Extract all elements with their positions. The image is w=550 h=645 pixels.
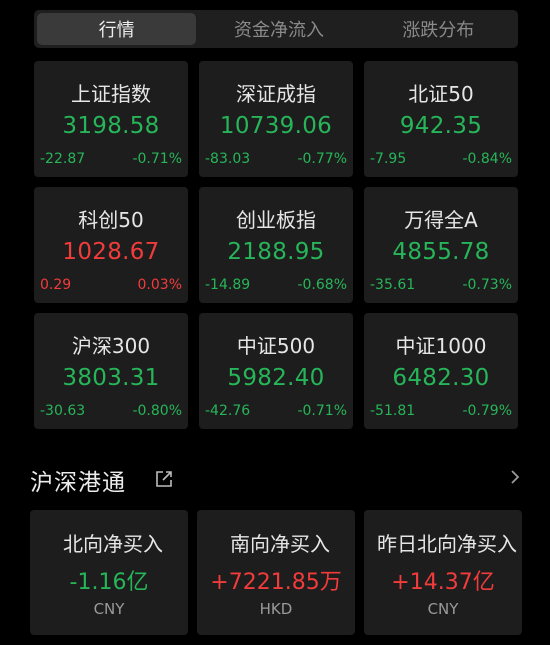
flow-currency: HKD — [259, 600, 293, 618]
flow-value: -1.16亿 — [69, 570, 149, 595]
index-change: -42.76 — [205, 403, 251, 419]
index-card[interactable]: 深证成指 10739.06 -83.03 -0.77% — [199, 61, 353, 177]
index-name: 沪深300 — [71, 334, 151, 358]
index-price: 3803.31 — [62, 365, 160, 391]
index-card[interactable]: 沪深300 3803.31 -30.63 -0.80% — [34, 313, 188, 429]
tab-distribution[interactable]: 涨跌分布 — [359, 10, 518, 48]
flow-currency: CNY — [93, 600, 125, 618]
index-name: 创业板指 — [236, 208, 316, 232]
flow-name: 昨日北向净买入 — [377, 532, 517, 556]
market-tabs: 行情 资金净流入 涨跌分布 — [34, 10, 518, 48]
flow-card[interactable]: 北向净买入 -1.16亿 CNY — [30, 510, 188, 635]
chevron-right-icon[interactable] — [508, 467, 522, 487]
flow-value: +7221.85万 — [210, 570, 342, 595]
flow-name: 北向净买入 — [63, 532, 163, 556]
flow-card[interactable]: 南向净买入 +7221.85万 HKD — [197, 510, 355, 635]
index-percent: -0.84% — [462, 151, 512, 167]
index-percent: -0.79% — [462, 403, 512, 419]
index-percent: -0.71% — [132, 151, 182, 167]
section-title: 沪深港通 — [30, 470, 126, 496]
index-percent: 0.03% — [137, 277, 182, 293]
index-card[interactable]: 上证指数 3198.58 -22.87 -0.71% — [34, 61, 188, 177]
flow-name: 南向净买入 — [230, 532, 330, 556]
tab-market[interactable]: 行情 — [37, 13, 197, 45]
index-name: 科创50 — [78, 208, 144, 232]
index-change: -83.03 — [205, 151, 251, 167]
index-percent: -0.68% — [297, 277, 347, 293]
flow-currency: CNY — [427, 600, 459, 618]
index-card[interactable]: 北证50 942.35 -7.95 -0.84% — [364, 61, 518, 177]
index-card[interactable]: 万得全A 4855.78 -35.61 -0.73% — [364, 187, 518, 303]
index-price: 3198.58 — [62, 113, 160, 139]
index-name: 中证500 — [236, 334, 316, 358]
index-name: 中证1000 — [395, 334, 487, 358]
index-card[interactable]: 中证500 5982.40 -42.76 -0.71% — [199, 313, 353, 429]
index-card[interactable]: 中证1000 6482.30 -51.81 -0.79% — [364, 313, 518, 429]
index-change: -22.87 — [40, 151, 86, 167]
flow-card[interactable]: 昨日北向净买入 +14.37亿 CNY — [364, 510, 522, 635]
index-name: 上证指数 — [71, 82, 151, 106]
index-price: 6482.30 — [392, 365, 490, 391]
index-price: 2188.95 — [227, 239, 325, 265]
index-price: 5982.40 — [227, 365, 325, 391]
flow-grid: 北向净买入 -1.16亿 CNY 南向净买入 +7221.85万 HKD 昨日北向净买入 +1… — [30, 510, 524, 635]
index-change: -14.89 — [205, 277, 251, 293]
index-change: -7.95 — [370, 151, 407, 167]
index-percent: -0.80% — [132, 403, 182, 419]
index-percent: -0.71% — [297, 403, 347, 419]
index-card[interactable]: 科创50 1028.67 0.29 0.03% — [34, 187, 188, 303]
index-percent: -0.73% — [462, 277, 512, 293]
index-card[interactable]: 创业板指 2188.95 -14.89 -0.68% — [199, 187, 353, 303]
connect-section-header: 沪深港通 — [30, 458, 522, 498]
index-change: -51.81 — [370, 403, 416, 419]
index-name: 深证成指 — [236, 82, 316, 106]
index-change: -35.61 — [370, 277, 416, 293]
index-name: 万得全A — [404, 208, 478, 232]
external-link-icon[interactable] — [154, 469, 174, 489]
index-percent: -0.77% — [297, 151, 347, 167]
index-price: 942.35 — [399, 113, 483, 139]
tab-net-inflow[interactable]: 资金净流入 — [199, 10, 358, 48]
index-price: 4855.78 — [392, 239, 490, 265]
index-grid: 上证指数 3198.58 -22.87 -0.71% 深证成指 10739.06 -83.0… — [34, 61, 518, 429]
index-price: 10739.06 — [219, 113, 333, 139]
index-price: 1028.67 — [62, 239, 160, 265]
flow-value: +14.37亿 — [391, 570, 495, 595]
index-change: -30.63 — [40, 403, 86, 419]
index-name: 北证50 — [408, 82, 474, 106]
index-change: 0.29 — [40, 277, 72, 293]
